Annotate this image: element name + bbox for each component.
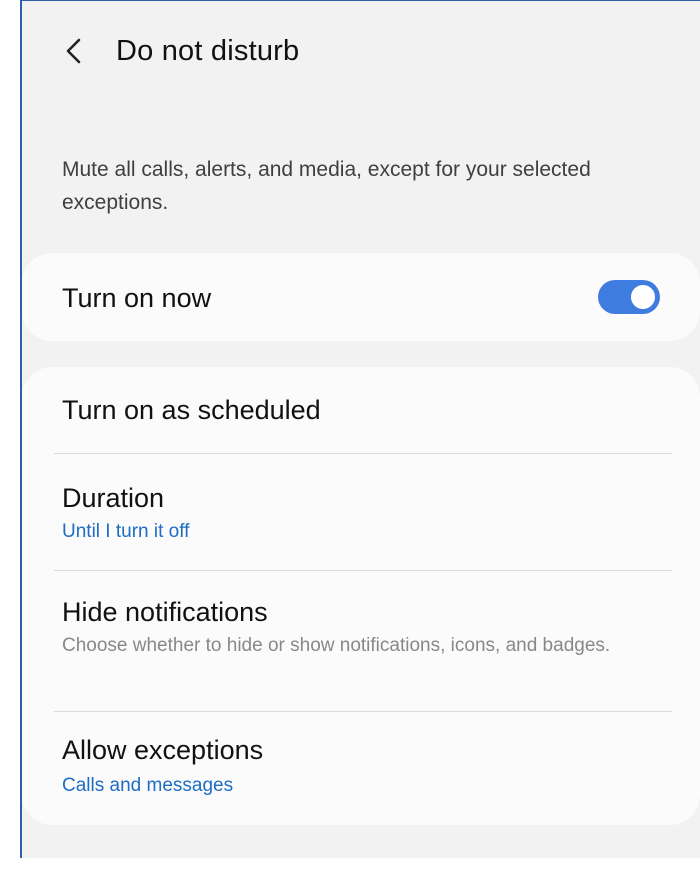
hide-notifications-label: Hide notifications <box>62 597 268 627</box>
switch-thumb <box>629 283 657 311</box>
chevron-left-icon <box>66 38 81 64</box>
turn-on-now-label: Turn on now <box>62 283 212 313</box>
settings-list-card: Turn on as scheduled Duration Until I tu… <box>22 367 700 825</box>
page-title: Do not disturb <box>116 35 300 67</box>
duration-value: Until I turn it off <box>62 521 190 542</box>
settings-screen: Do not disturb Mute all calls, alerts, a… <box>20 0 700 858</box>
turn-on-as-scheduled-label: Turn on as scheduled <box>62 395 321 425</box>
list-item-allow-exceptions[interactable]: Allow exceptions Calls and messages <box>22 712 700 825</box>
hide-notifications-description: Choose whether to hide or show notificat… <box>62 635 611 656</box>
app-bar: Do not disturb <box>22 1 700 101</box>
duration-label: Duration <box>62 483 165 513</box>
turn-on-now-switch[interactable] <box>598 280 660 314</box>
list-item-hide-notifications[interactable]: Hide notifications Choose whether to hid… <box>22 571 700 711</box>
allow-exceptions-label: Allow exceptions <box>62 735 264 765</box>
back-button[interactable] <box>52 29 96 73</box>
turn-on-now-card[interactable]: Turn on now <box>22 253 700 341</box>
list-item-duration[interactable]: Duration Until I turn it off <box>22 454 700 570</box>
list-item-turn-on-as-scheduled[interactable]: Turn on as scheduled <box>22 367 700 453</box>
description-text: Mute all calls, alerts, and media, excep… <box>62 158 591 214</box>
allow-exceptions-value: Calls and messages <box>62 775 234 796</box>
